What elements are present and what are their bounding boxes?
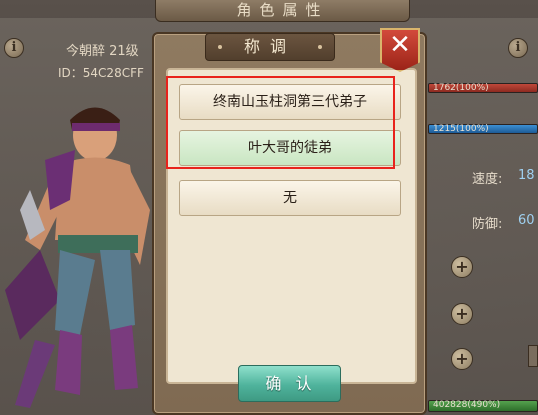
info-icon[interactable]: i <box>4 38 24 58</box>
mp-bar: 1215(100%) <box>428 124 538 134</box>
dialog-title-text: 称调 <box>243 37 296 56</box>
title-ornament-left <box>218 45 222 49</box>
add-stat-button-1[interactable]: + <box>451 256 473 278</box>
player-id: ID：54C28CFF <box>58 66 144 80</box>
confirm-button[interactable]: 确认 <box>238 365 341 402</box>
hp-bar: 1762(100%) <box>428 83 538 93</box>
add-stat-button-2[interactable]: + <box>451 303 473 325</box>
speed-value: 18 <box>518 168 535 183</box>
highlight-annotation <box>166 76 395 169</box>
panel-title: 角色属性 <box>155 0 410 22</box>
speed-label: 速度: <box>472 172 503 187</box>
title-option-none[interactable]: 无 <box>179 180 401 216</box>
add-stat-button-3[interactable]: + <box>451 348 473 370</box>
dialog-title: 称调 <box>205 33 335 61</box>
close-icon[interactable]: ✕ <box>385 30 415 60</box>
title-ornament-right <box>318 45 322 49</box>
hero-character-image <box>5 107 150 408</box>
side-panel-tab[interactable] <box>528 345 538 367</box>
defense-value: 60 <box>518 213 535 228</box>
exp-bar: 402828(490%) <box>428 400 538 412</box>
player-name: 今朝醉 21级 <box>66 44 139 59</box>
info-icon-right[interactable]: i <box>508 38 528 58</box>
defense-label: 防御: <box>472 217 503 232</box>
